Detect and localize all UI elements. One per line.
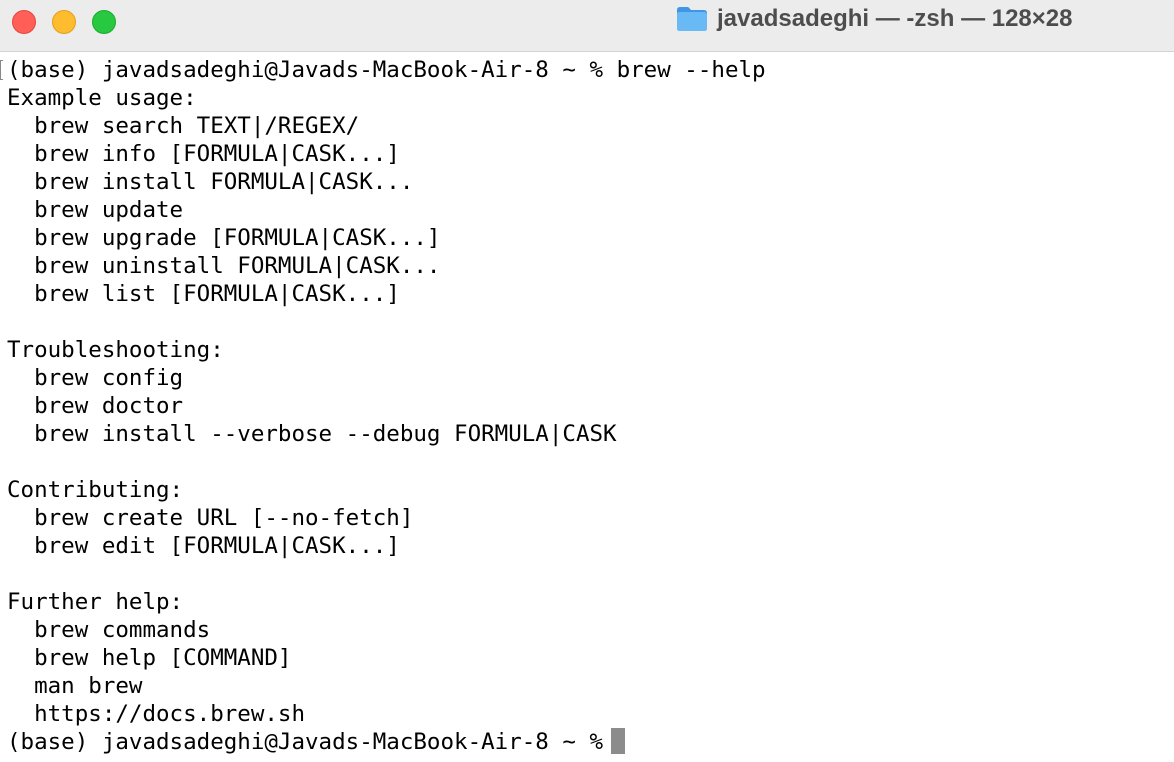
terminal-line: brew help [COMMAND] bbox=[7, 645, 292, 671]
terminal-window: javadsadeghi — -zsh — 128×28 (base) java… bbox=[0, 0, 1174, 762]
terminal-line: Troubleshooting: bbox=[7, 337, 224, 363]
terminal-line: brew commands bbox=[7, 617, 211, 643]
terminal-line: brew doctor bbox=[7, 393, 184, 419]
zoom-button[interactable] bbox=[92, 10, 116, 34]
terminal-line: Contributing: bbox=[7, 477, 184, 503]
terminal-line: brew search TEXT|/REGEX/ bbox=[7, 113, 360, 139]
mark-indicator bbox=[0, 60, 3, 80]
terminal-line: brew list [FORMULA|CASK...] bbox=[7, 281, 400, 307]
terminal-line: man brew bbox=[7, 673, 143, 699]
terminal-line: brew uninstall FORMULA|CASK... bbox=[7, 253, 441, 279]
terminal-line: brew upgrade [FORMULA|CASK...] bbox=[7, 225, 441, 251]
terminal-line: Further help: bbox=[7, 589, 184, 615]
folder-icon bbox=[676, 6, 708, 32]
terminal-line: brew update bbox=[7, 197, 184, 223]
terminal-line: brew install --verbose --debug FORMULA|C… bbox=[7, 421, 617, 447]
title-bar[interactable]: javadsadeghi — -zsh — 128×28 bbox=[0, 0, 1174, 52]
text-cursor bbox=[611, 728, 626, 754]
window-title: javadsadeghi — -zsh — 128×28 bbox=[717, 5, 1073, 32]
prompt-text: (base) javadsadeghi@Javads-MacBook-Air-8… bbox=[7, 729, 604, 755]
minimize-button[interactable] bbox=[52, 10, 76, 34]
terminal-line: brew install FORMULA|CASK... bbox=[7, 169, 414, 195]
window-title-group: javadsadeghi — -zsh — 128×28 bbox=[676, 4, 1073, 34]
terminal-line: brew create URL [--no-fetch] bbox=[7, 505, 414, 531]
terminal-line: brew info [FORMULA|CASK...] bbox=[7, 141, 400, 167]
terminal-line: brew edit [FORMULA|CASK...] bbox=[7, 533, 400, 559]
close-button[interactable] bbox=[12, 10, 36, 34]
terminal-line: (base) javadsadeghi@Javads-MacBook-Air-8… bbox=[7, 57, 766, 83]
terminal-line: https://docs.brew.sh bbox=[7, 701, 306, 727]
terminal-output[interactable]: (base) javadsadeghi@Javads-MacBook-Air-8… bbox=[0, 56, 1174, 762]
prompt-line[interactable]: (base) javadsadeghi@Javads-MacBook-Air-8… bbox=[7, 728, 1174, 756]
terminal-line: brew config bbox=[7, 365, 184, 391]
terminal-line: Example usage: bbox=[7, 85, 197, 111]
